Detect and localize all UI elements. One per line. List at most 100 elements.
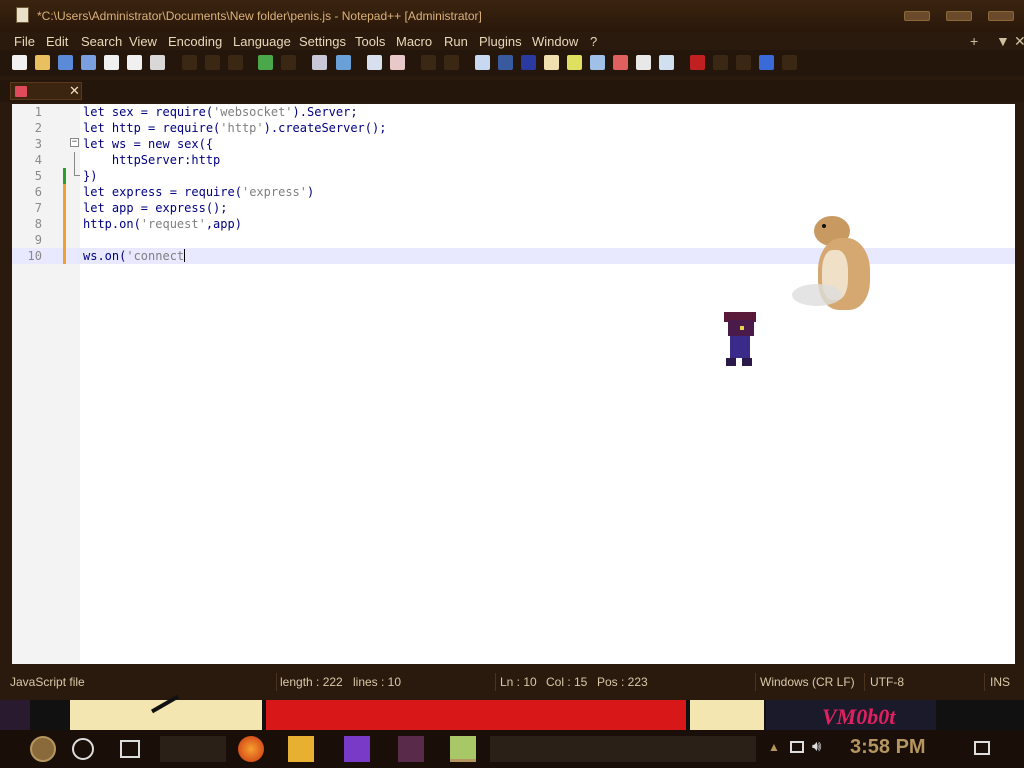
status-ln: Ln : 10	[500, 675, 537, 689]
saved-change-marker	[63, 168, 66, 184]
menu-macro[interactable]: Macro	[396, 34, 432, 49]
tab-list-button[interactable]: ▼	[996, 33, 1010, 49]
code-line: 1 let sex = require('websocket').Server;	[34, 105, 358, 119]
wallpaper-banner-text: VM0b0t	[822, 704, 896, 729]
paste-icon[interactable]	[228, 55, 243, 70]
code-line: 5 })	[34, 168, 98, 184]
show-all-chars-icon[interactable]	[498, 55, 513, 70]
menu-bar: File Edit Search View Encoding Language …	[0, 32, 1024, 50]
code-line: 6 let express = require('express')	[34, 184, 315, 200]
tab-close-icon[interactable]: ✕	[69, 83, 80, 99]
start-button-icon[interactable]	[30, 736, 56, 762]
copy-icon[interactable]	[205, 55, 220, 70]
language-icon[interactable]	[544, 55, 559, 70]
fold-toggle-icon[interactable]: −	[70, 138, 79, 147]
menu-settings[interactable]: Settings	[299, 34, 346, 49]
undo-icon[interactable]	[258, 55, 273, 70]
play-macro-icon[interactable]	[736, 55, 751, 70]
folder-workspace-icon[interactable]	[636, 55, 651, 70]
desktop-pet-icon[interactable]	[398, 736, 424, 762]
notepadpp-icon	[16, 7, 29, 23]
save-icon[interactable]	[58, 55, 73, 70]
doc-map-icon[interactable]	[567, 55, 582, 70]
task-view-icon[interactable]	[120, 740, 140, 758]
unsaved-icon	[15, 86, 27, 97]
open-file-icon[interactable]	[35, 55, 50, 70]
menu-tools[interactable]: Tools	[355, 34, 385, 49]
hamster-sprite[interactable]	[792, 210, 892, 320]
close-button[interactable]	[988, 11, 1014, 21]
menu-file[interactable]: File	[14, 34, 35, 49]
menu-view[interactable]: View	[129, 34, 157, 49]
taskbar-clock[interactable]: 3:58 PM	[850, 736, 926, 759]
tray-expand-icon[interactable]: ▲	[768, 740, 780, 754]
menu-run[interactable]: Run	[444, 34, 468, 49]
run-macro-multiple-icon[interactable]	[759, 55, 774, 70]
menu-edit[interactable]: Edit	[46, 34, 68, 49]
doc-list-icon[interactable]	[590, 55, 605, 70]
code-line: 2 let http = require('http').createServe…	[34, 121, 387, 135]
status-length: length : 222	[280, 675, 343, 689]
notepadpp-window: *C:\Users\Administrator\Documents\New fo…	[0, 0, 1024, 700]
minimize-button[interactable]	[904, 11, 930, 21]
tab-bar: ✕	[0, 80, 1024, 102]
save-all-icon[interactable]	[81, 55, 96, 70]
cat-sprite[interactable]	[720, 312, 760, 368]
status-col: Col : 15	[546, 675, 588, 689]
search-box[interactable]	[160, 736, 226, 762]
unsaved-change-marker	[63, 216, 66, 232]
find-icon[interactable]	[312, 55, 327, 70]
zoom-out-icon[interactable]	[390, 55, 405, 70]
save-macro-icon[interactable]	[782, 55, 797, 70]
indent-guide-icon[interactable]	[521, 55, 536, 70]
unsaved-change-marker	[63, 184, 66, 200]
unsaved-change-marker	[63, 232, 66, 248]
maximize-button[interactable]	[946, 11, 972, 21]
redo-icon[interactable]	[281, 55, 296, 70]
fold-end	[74, 168, 80, 176]
menu-encoding[interactable]: Encoding	[168, 34, 222, 49]
menu-window[interactable]: Window	[532, 34, 578, 49]
volume-icon[interactable]: 🔊︎	[812, 738, 821, 755]
code-editor[interactable]: 1 let sex = require('websocket').Server;…	[12, 104, 1015, 664]
status-file-type: JavaScript file	[10, 675, 85, 689]
firefox-icon[interactable]	[238, 736, 264, 762]
stop-macro-icon[interactable]	[713, 55, 728, 70]
notepadpp-taskbar-icon[interactable]	[450, 736, 476, 762]
new-tab-button[interactable]: +	[970, 33, 978, 49]
fold-line	[74, 152, 75, 168]
function-list-icon[interactable]	[613, 55, 628, 70]
code-line: 4 httpServer:http	[34, 152, 221, 168]
replace-icon[interactable]	[336, 55, 351, 70]
status-encoding: UTF-8	[870, 675, 904, 689]
print-icon[interactable]	[150, 55, 165, 70]
close-doc-button[interactable]: ✕	[1014, 33, 1024, 50]
unsaved-change-marker	[63, 248, 66, 264]
menu-help[interactable]: ?	[590, 34, 597, 49]
new-file-icon[interactable]	[12, 55, 27, 70]
toolbar	[0, 50, 1024, 76]
close-icon[interactable]	[104, 55, 119, 70]
menu-plugins[interactable]: Plugins	[479, 34, 522, 49]
cortana-icon[interactable]	[72, 738, 94, 760]
code-line: 3 − let ws = new sex({	[34, 137, 214, 151]
desktop-wallpaper: VM0b0t	[0, 694, 1024, 730]
zoom-in-icon[interactable]	[367, 55, 382, 70]
action-center-icon[interactable]	[974, 741, 990, 755]
visual-studio-icon[interactable]	[344, 736, 370, 762]
tab-penis-js[interactable]: ✕	[10, 82, 82, 100]
network-icon[interactable]	[790, 741, 804, 753]
word-wrap-icon[interactable]	[475, 55, 490, 70]
status-bar: JavaScript file length : 222 lines : 10 …	[0, 672, 1024, 692]
unsaved-change-marker	[63, 200, 66, 216]
sync-vertical-icon[interactable]	[421, 55, 436, 70]
close-all-icon[interactable]	[127, 55, 142, 70]
monitoring-icon[interactable]	[659, 55, 674, 70]
menu-search[interactable]: Search	[81, 34, 122, 49]
file-explorer-icon[interactable]	[288, 736, 314, 762]
sync-horizontal-icon[interactable]	[444, 55, 459, 70]
cut-icon[interactable]	[182, 55, 197, 70]
status-lines: lines : 10	[353, 675, 402, 689]
menu-language[interactable]: Language	[233, 34, 291, 49]
record-macro-icon[interactable]	[690, 55, 705, 70]
